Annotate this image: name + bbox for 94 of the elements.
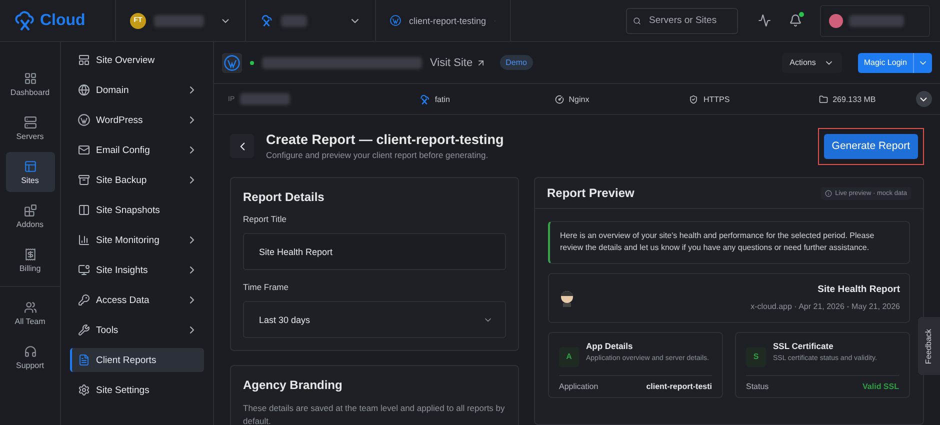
shield-icon (689, 94, 698, 104)
menu-item[interactable]: Site Insights (70, 258, 204, 282)
wordpress-icon (390, 15, 401, 26)
layout-icon (78, 54, 90, 66)
page-subtitle: Configure and preview your client report before generating. (266, 150, 490, 160)
blurred-text (849, 14, 904, 26)
section-letter: A (559, 346, 579, 367)
card-description: These details are saved at the team level and applied to all reports by default. (243, 402, 506, 425)
cloud-logo-icon (14, 10, 36, 30)
wrench-icon (78, 324, 90, 336)
visit-site-link[interactable]: Visit Site (430, 56, 486, 68)
rail-item[interactable]: Billing (6, 240, 54, 280)
x-cloud-icon (260, 14, 273, 27)
card-heading: Agency Branding (243, 378, 344, 392)
menu-item[interactable]: Site Overview (70, 48, 204, 72)
row-label: Status (746, 382, 769, 391)
menu-item[interactable]: Site Backup (70, 168, 204, 192)
menu-item[interactable]: Site Monitoring (70, 228, 204, 252)
report-title-field[interactable]: Site Health Report (243, 233, 506, 270)
logo-text: Cloud (40, 12, 86, 30)
protocol-text: HTTPS (703, 94, 730, 104)
folder-icon (818, 94, 828, 104)
breadcrumb-site[interactable]: client-report-testing (409, 16, 486, 26)
search-icon (633, 14, 641, 26)
field-label: Report Title (243, 214, 288, 224)
globe-icon (78, 84, 90, 96)
feedback-tab[interactable]: Feedback (918, 317, 940, 375)
settings-icon (78, 384, 90, 396)
disk-usage-text: 269.133 MB (832, 94, 876, 104)
section-letter: S (746, 346, 766, 367)
menu-item[interactable]: WordPress (70, 108, 204, 132)
gauge-icon (554, 94, 564, 104)
report-meta: x-cloud.app · Apr 21, 2026 - May 21, 2026 (750, 302, 900, 312)
archive-icon (78, 174, 90, 186)
card-heading: Report Preview (547, 186, 634, 200)
row-value: Valid SSL (862, 382, 899, 391)
users-icon (24, 300, 36, 314)
blurred-text (281, 14, 307, 26)
mail-icon (78, 144, 90, 156)
rail-item[interactable]: All Team (6, 293, 54, 333)
rail-item[interactable]: Sites (6, 152, 54, 192)
generate-report-button[interactable]: Generate Report (824, 134, 918, 158)
activity-icon[interactable] (758, 14, 771, 27)
headphones-icon (24, 344, 36, 358)
actions-button[interactable]: Actions (782, 52, 842, 72)
rail-item[interactable]: Dashboard (6, 64, 54, 104)
expand-button[interactable] (916, 91, 932, 107)
menu-item[interactable]: Email Config (70, 138, 204, 162)
section-title: SSL Certificate (773, 340, 834, 351)
menu-item[interactable]: Site Settings (70, 378, 204, 402)
receipt-icon (24, 248, 36, 260)
menu-item[interactable]: Client Reports (70, 348, 204, 372)
search-input[interactable]: Servers or Sites (647, 14, 731, 27)
field-label: Time Frame (243, 282, 290, 292)
key-icon (78, 294, 90, 306)
owner-text: fatin (434, 94, 450, 104)
rail-item[interactable]: Support (6, 337, 54, 377)
time-frame-select[interactable]: Last 30 days (243, 301, 506, 338)
notifications-icon[interactable] (789, 14, 802, 27)
rail-item[interactable]: Servers (6, 108, 54, 148)
user-menu[interactable] (820, 4, 930, 36)
bar-chart-icon (78, 234, 90, 246)
web-server-text: Nginx (568, 94, 590, 104)
row-label: Application (559, 382, 598, 391)
rail-item[interactable]: Addons (6, 196, 54, 236)
row-value: client-report-testi (646, 382, 712, 391)
card-heading: Report Details (243, 190, 326, 204)
external-link-icon (476, 58, 486, 68)
server-icon (24, 116, 36, 128)
browser-window-icon (24, 160, 36, 172)
menu-item[interactable]: Site Snapshots (70, 198, 204, 222)
user-avatar (829, 14, 843, 28)
columns-icon (78, 204, 90, 216)
mascot-icon (559, 288, 575, 307)
monitor-icon (78, 264, 90, 276)
report-title: Site Health Report (818, 284, 900, 296)
page-title: Create Report — client-report-testing (266, 132, 505, 147)
menu-item[interactable]: Tools (70, 318, 204, 342)
blurred-text (154, 14, 204, 26)
message-text: Here is an overview of your site's health and performance for the selected period. Please review the details and let us know if you have any questions or need further assistance. (548, 221, 910, 264)
wordpress-icon (224, 54, 240, 70)
search-field[interactable]: Servers or Sites (626, 8, 738, 34)
menu-item[interactable]: Access Data (70, 288, 204, 312)
demo-badge: Demo (500, 55, 533, 70)
grid-icon (24, 72, 36, 84)
menu-item[interactable]: Domain (70, 78, 204, 102)
x-cloud-icon (418, 94, 430, 104)
blocks-icon (24, 204, 36, 216)
section-title: App Details (586, 340, 634, 351)
document-icon (78, 354, 90, 366)
magic-login-button[interactable]: Magic Login (858, 52, 932, 72)
info-icon (825, 190, 832, 196)
blurred-text (240, 93, 290, 105)
wordpress-icon (78, 114, 90, 126)
